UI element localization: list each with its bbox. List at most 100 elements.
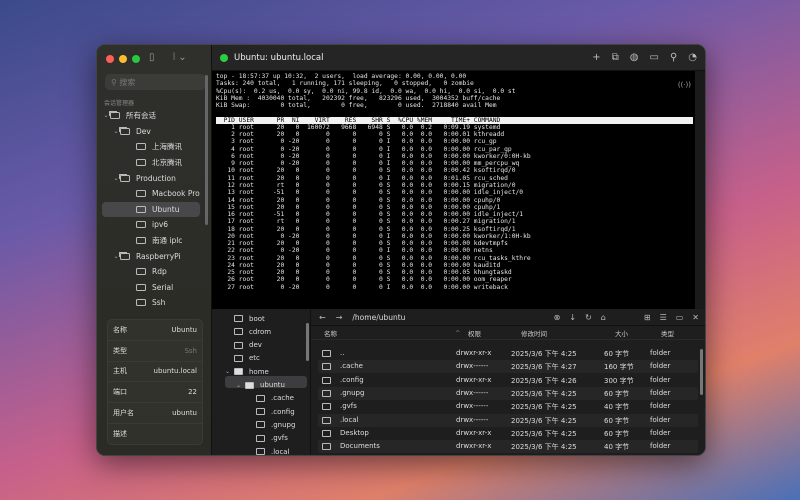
column-name[interactable]: 名称	[324, 328, 337, 338]
file-name: Desktop	[340, 428, 369, 437]
pin-icon[interactable]: ✕	[692, 313, 699, 322]
sidebar-item[interactable]: Macbook Pro	[97, 186, 205, 202]
sidebar-item[interactable]: Serial	[97, 280, 205, 296]
file-tree-label: .cache	[271, 394, 294, 403]
sidebar-scrollbar[interactable]	[205, 75, 208, 225]
info-value: Ssh	[184, 346, 197, 355]
file-type: folder	[650, 415, 671, 424]
chevron-down-icon[interactable]: ⌄	[112, 175, 120, 182]
file-tree-item[interactable]: ⌄ ubuntu	[236, 379, 285, 392]
file-type: folder	[650, 375, 671, 384]
sidebar-item[interactable]: ipv6	[97, 217, 205, 233]
folder-icon[interactable]: ▭	[649, 52, 658, 63]
file-list-scrollbar[interactable]	[700, 349, 703, 395]
file-row[interactable]: .gvfs drwx------ 2025/3/6 下午 4:25 40 字节 fold…	[318, 400, 698, 413]
sidebar-item-label: RaspberryPi	[136, 251, 181, 261]
terminal-view-icon[interactable]: ▭	[676, 313, 684, 322]
palette-icon[interactable]: ◔	[688, 52, 697, 63]
file-tree-label: cdrom	[249, 327, 272, 336]
sidebar-item[interactable]: 南通 iplc	[97, 233, 205, 249]
file-tree-item[interactable]: .gnupg	[256, 418, 295, 431]
file-mtime: 2025/3/6 下午 4:26	[511, 376, 577, 385]
terminal-line: 27 root 0 -20 0 0 0 I 0.0 0.0 0:00.00 wr…	[216, 283, 508, 291]
chevron-down-icon[interactable]: ⌄	[225, 368, 234, 375]
column-mtime[interactable]: 修改时间	[521, 328, 547, 338]
sidebar-item[interactable]: Ubuntu	[102, 201, 200, 218]
sidebar-item[interactable]: Rdp	[97, 264, 205, 280]
sidebar-item[interactable]: 北京腾讯	[97, 155, 205, 171]
folder-icon	[256, 394, 265, 402]
file-tree-item[interactable]: .gvfs	[256, 432, 288, 445]
sidebar-item[interactable]: Ssh	[97, 295, 205, 311]
file-tree-item[interactable]: cdrom	[234, 325, 271, 338]
group-icon	[120, 127, 130, 135]
chevron-down-icon[interactable]: ⌄	[236, 382, 245, 389]
file-tree-item[interactable]: dev	[234, 339, 262, 352]
zoom-button[interactable]	[132, 55, 140, 63]
folder-icon	[234, 341, 243, 349]
file-tree-label: ubuntu	[260, 381, 285, 389]
close-button[interactable]	[106, 55, 114, 63]
sidebar-toggle-icon[interactable]: ▯	[149, 52, 155, 63]
file-row[interactable]: .config drwxr-xr-x 2025/3/6 下午 4:26 300 字节 f…	[318, 374, 698, 387]
grid-view-icon[interactable]: ⊞	[644, 313, 651, 322]
file-tree-item[interactable]: .config	[256, 405, 295, 418]
terminal-line: 11 root 20 0 0 0 0 I 0.0 0.0 0:01.05 rcu…	[216, 174, 508, 182]
file-tree-item[interactable]: .local	[256, 445, 290, 455]
refresh-icon[interactable]: ↻	[585, 313, 592, 322]
home-icon[interactable]: ⌂	[601, 313, 606, 322]
file-tree-item[interactable]: boot	[234, 312, 265, 325]
file-mtime: 2025/3/6 下午 4:25	[511, 403, 577, 412]
file-perm: drwxr-xr-x	[456, 455, 491, 456]
terminal-line: 24 root 20 0 0 0 0 S 0.0 0.0 0:00.00 kau…	[216, 261, 501, 269]
minimize-button[interactable]	[119, 55, 127, 63]
sidebar-item[interactable]: ⌄ Dev	[97, 124, 205, 140]
file-row[interactable]: .gnupg drwx------ 2025/3/6 下午 4:25 60 字节 fol…	[318, 386, 698, 400]
forward-icon[interactable]: →	[336, 313, 343, 322]
file-tree-scrollbar[interactable]	[306, 323, 309, 361]
column-perm[interactable]: 权限	[468, 328, 481, 338]
terminal-line: 3 root 0 -20 0 0 0 I 0.0 0.0 0:00.00 rcu…	[216, 138, 497, 146]
folder-icon	[234, 315, 243, 322]
file-row[interactable]: .local drwx------ 2025/3/6 下午 4:25 60 字节 fol…	[318, 413, 698, 427]
file-tree-item[interactable]: .cache	[256, 392, 294, 405]
file-row[interactable]: .. drwxr-xr-x 2025/3/6 下午 4:25 60 字节 folder	[318, 347, 698, 360]
add-icon[interactable]: +	[592, 52, 600, 63]
path-field[interactable]: /home/ubuntu	[352, 313, 553, 322]
sidebar-item[interactable]: 上海腾讯	[97, 139, 205, 155]
broadcast-menu-icon[interactable]: ⦚ ⌄	[173, 52, 187, 63]
folder-icon	[322, 429, 331, 437]
sidebar-item[interactable]: ⌄ 所有会话	[97, 108, 205, 124]
chevron-down-icon[interactable]: ⌄	[112, 253, 120, 260]
search-input[interactable]: ⚲ 搜索	[105, 74, 206, 90]
list-view-icon[interactable]: ☰	[660, 313, 667, 322]
terminal[interactable]: top - 18:57:37 up 10:32, 2 users, load a…	[212, 71, 705, 309]
clear-icon[interactable]: ⊗	[554, 313, 561, 322]
back-icon[interactable]: ←	[319, 313, 326, 322]
network-icon[interactable]: ◍	[630, 52, 639, 63]
file-tree-item[interactable]: etc	[234, 352, 260, 365]
folder-icon	[322, 403, 331, 411]
terminal-line: KiB Mem : 4030040 total, 202392 free, 82…	[216, 94, 501, 102]
file-row[interactable]: Documents drwxr-xr-x 2025/3/6 下午 4:25 40 字节…	[318, 440, 698, 454]
file-perm: drwx------	[456, 415, 489, 424]
folder-icon	[256, 408, 265, 416]
sidebar-item[interactable]: ⌄ RaspberryPi	[97, 248, 205, 264]
terminal-line: 14 root 20 0 0 0 0 S 0.0 0.0 0:00.00 cpu…	[216, 196, 501, 204]
file-row[interactable]: .cache drwx------ 2025/3/6 下午 4:27 160 字节 fo…	[318, 360, 698, 374]
search-icon[interactable]: ⚲	[670, 52, 677, 63]
chevron-down-icon[interactable]: ⌄	[112, 128, 120, 135]
sidebar-item[interactable]: ⌄ Production	[97, 170, 205, 186]
file-row[interactable]: Desktop drwxr-xr-x 2025/3/6 下午 4:25 60 字节 fo…	[318, 427, 698, 440]
chevron-down-icon[interactable]: ⌄	[102, 112, 110, 119]
download-icon[interactable]: ↓	[569, 313, 576, 322]
file-row[interactable]: Downloads drwxr-xr-x 2025/3/6 下午 4:25 40 字节…	[318, 453, 698, 456]
file-tree-label: boot	[249, 314, 265, 323]
column-size[interactable]: 大小	[615, 328, 628, 338]
info-row: 端口 22	[108, 382, 202, 404]
file-tree-item[interactable]: ⌄ home	[225, 365, 269, 378]
duplicate-icon[interactable]: ⧉	[612, 52, 619, 63]
info-key: 用户名	[113, 409, 134, 418]
column-type[interactable]: 类型	[661, 328, 674, 338]
terminal-scrollbar[interactable]	[695, 71, 705, 309]
